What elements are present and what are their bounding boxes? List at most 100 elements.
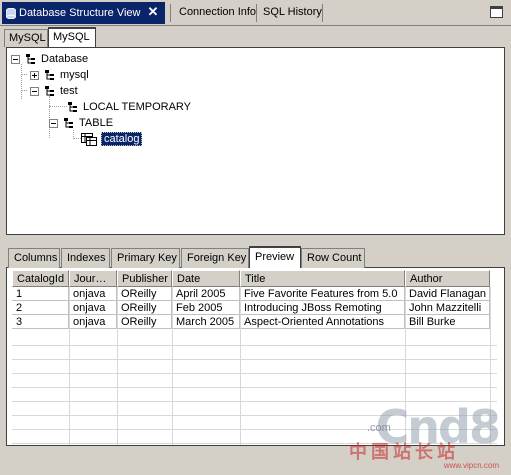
table-cell: onjava	[69, 315, 117, 329]
grid-line	[12, 443, 497, 444]
header-label: Title	[245, 273, 266, 285]
column-header-date[interactable]: Date	[172, 270, 240, 287]
table-cell: Aspect-Oriented Annotations	[240, 315, 405, 329]
tree-node-database[interactable]: Database	[11, 52, 88, 66]
table-cell: Introducing JBoss Remoting	[240, 301, 405, 315]
collapse-icon[interactable]	[11, 54, 20, 64]
tree-node-label: test	[60, 85, 78, 97]
tree-node-mysql[interactable]: mysql	[30, 68, 89, 82]
tab-label: MySQL	[53, 31, 90, 43]
tab-label: MySQL	[9, 32, 46, 44]
collapse-icon[interactable]	[49, 118, 58, 128]
grid-line	[172, 287, 173, 445]
grid-line	[12, 387, 497, 388]
grid-line	[490, 287, 491, 445]
collapse-icon[interactable]	[30, 86, 39, 96]
database-tree: Database mysql test LOCAL TEMPORARY TABL…	[6, 47, 505, 235]
expand-icon[interactable]	[30, 70, 39, 80]
grid-line	[12, 359, 497, 360]
tab-label: SQL History	[263, 6, 322, 18]
table-cell: John Mazzitelli	[405, 301, 490, 315]
tree-node-label: catalog	[101, 132, 143, 146]
table-row[interactable]: 2 onjava OReilly Feb 2005 Introducing JBoss …	[12, 301, 490, 315]
maximize-icon[interactable]	[490, 6, 503, 18]
grid-line	[12, 401, 497, 402]
table-cell: OReilly	[117, 315, 172, 329]
grid-line	[240, 287, 241, 445]
column-header-publisher[interactable]: Publisher	[117, 270, 172, 287]
tree-hierarchy-icon	[45, 86, 54, 96]
detail-tab-bar: Columns Indexes Primary Key Foreign Key …	[6, 246, 505, 268]
grid-line	[69, 287, 70, 445]
tab-database-structure-view[interactable]: Database Structure View ✕	[2, 2, 165, 24]
table-cell: 3	[12, 315, 69, 329]
tab-connection-info[interactable]: Connection Info	[174, 2, 261, 24]
grid-line	[405, 287, 406, 445]
preview-table: CatalogId Jour… Publisher Date Title Aut…	[6, 268, 505, 446]
tab-indexes[interactable]: Indexes	[61, 248, 110, 268]
tree-line	[21, 64, 22, 99]
header-label: Author	[410, 273, 443, 285]
grid-line	[12, 373, 497, 374]
status-bar	[6, 446, 505, 466]
table-cell: 1	[12, 287, 69, 301]
tree-hierarchy-icon	[26, 54, 35, 64]
tab-label: Database Structure View	[19, 7, 141, 19]
tree-line	[21, 90, 27, 91]
table-row[interactable]: 3 onjava OReilly March 2005 Aspect-Oriented …	[12, 315, 490, 329]
grid-line	[12, 415, 497, 416]
header-label: CatalogId	[17, 273, 65, 285]
tree-node-catalog[interactable]: catalog	[81, 132, 143, 146]
view-tab-bar: Database Structure View ✕ Connection Inf…	[0, 0, 511, 26]
grid-line	[117, 287, 118, 445]
grid-line	[12, 345, 497, 346]
tab-separator	[170, 4, 171, 22]
tab-label: Preview	[255, 251, 295, 263]
grid-line	[12, 429, 497, 430]
column-header-journal[interactable]: Jour…	[69, 270, 117, 287]
tree-hierarchy-icon	[45, 70, 54, 80]
tab-connection-mysql-1[interactable]: MySQL	[4, 29, 48, 47]
tree-node-table[interactable]: TABLE	[49, 116, 113, 130]
column-header-catalogid[interactable]: CatalogId	[12, 270, 69, 287]
tab-row-count[interactable]: Row Count	[301, 248, 365, 268]
table-cell: OReilly	[117, 301, 172, 315]
table-icon	[81, 132, 97, 146]
tree-hierarchy-icon	[64, 118, 73, 128]
table-cell: April 2005	[172, 287, 240, 301]
tab-foreign-key[interactable]: Foreign Key	[181, 248, 249, 268]
header-label: Jour…	[74, 273, 107, 285]
database-icon	[6, 8, 16, 19]
tree-node-label: TABLE	[79, 117, 114, 129]
tree-node-label: LOCAL TEMPORARY	[83, 101, 191, 113]
table-cell: Five Favorite Features from 5.0	[240, 287, 405, 301]
tree-line	[73, 138, 81, 139]
tab-label: Columns	[14, 252, 58, 264]
table-cell: 2	[12, 301, 69, 315]
tab-sql-history[interactable]: SQL History	[258, 2, 327, 24]
table-row[interactable]: 1 onjava OReilly April 2005 Five Favorite Fe…	[12, 287, 490, 301]
table-cell: OReilly	[117, 287, 172, 301]
column-header-author[interactable]: Author	[405, 270, 490, 287]
tree-line	[21, 74, 27, 75]
tree-node-label: Database	[41, 53, 89, 65]
column-header-title[interactable]: Title	[240, 270, 405, 287]
table-cell: March 2005	[172, 315, 240, 329]
tab-label: Indexes	[67, 252, 106, 264]
tab-label: Connection Info	[179, 6, 257, 18]
header-label: Date	[177, 273, 201, 285]
table-cell: onjava	[69, 287, 117, 301]
tab-primary-key[interactable]: Primary Key	[111, 248, 180, 268]
tab-label: Row Count	[307, 252, 362, 264]
tree-node-test[interactable]: test	[30, 84, 78, 98]
tab-columns[interactable]: Columns	[8, 248, 60, 268]
tab-preview[interactable]: Preview	[249, 246, 301, 268]
table-header: CatalogId Jour… Publisher Date Title Aut…	[12, 270, 490, 287]
tab-connection-mysql-2[interactable]: MySQL	[48, 27, 96, 47]
table-cell: David Flanagan	[405, 287, 490, 301]
tree-node-local-temporary[interactable]: LOCAL TEMPORARY	[67, 100, 191, 114]
tab-label: Foreign Key	[187, 252, 247, 264]
tab-label: Primary Key	[117, 252, 177, 264]
close-icon[interactable]: ✕	[148, 5, 159, 18]
tab-separator	[256, 4, 257, 22]
